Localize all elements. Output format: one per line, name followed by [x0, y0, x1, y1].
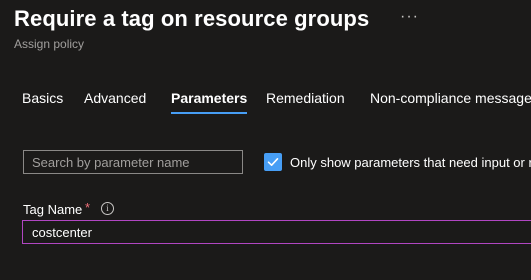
parameter-search-box [23, 150, 243, 174]
tab-label: Advanced [84, 90, 147, 106]
tab-label: Non-compliance messages [370, 90, 531, 106]
tab-label: Basics [22, 90, 64, 106]
tab-parameters[interactable]: Parameters [171, 90, 248, 114]
tab-basics[interactable]: Basics [22, 90, 63, 114]
tab-non-compliance-messages[interactable]: Non-compliance messages [370, 90, 531, 114]
tag-name-input[interactable] [23, 221, 531, 243]
tab-label: Remediation [266, 90, 345, 106]
tab-remediation[interactable]: Remediation [266, 90, 345, 114]
active-tab-indicator [171, 112, 248, 114]
tag-name-field [22, 220, 531, 244]
parameter-search-input[interactable] [24, 151, 242, 173]
info-icon[interactable]: i [101, 202, 114, 215]
assign-policy-page: Require a tag on resource groups ··· Ass… [0, 0, 531, 280]
more-options-icon[interactable]: ··· [400, 8, 419, 26]
tab-bar: Basics Advanced Parameters Remediation N… [0, 90, 531, 118]
only-show-parameters-label: Only show parameters that need input or … [290, 155, 531, 170]
tab-advanced[interactable]: Advanced [84, 90, 146, 114]
page-title: Require a tag on resource groups [14, 6, 370, 31]
tag-name-label: Tag Name [23, 202, 83, 217]
required-marker: * [85, 200, 91, 215]
checkmark-icon [267, 158, 279, 166]
only-show-parameters-checkbox[interactable] [264, 153, 282, 171]
page-subtitle: Assign policy [14, 37, 85, 51]
tab-label: Parameters [171, 90, 248, 106]
